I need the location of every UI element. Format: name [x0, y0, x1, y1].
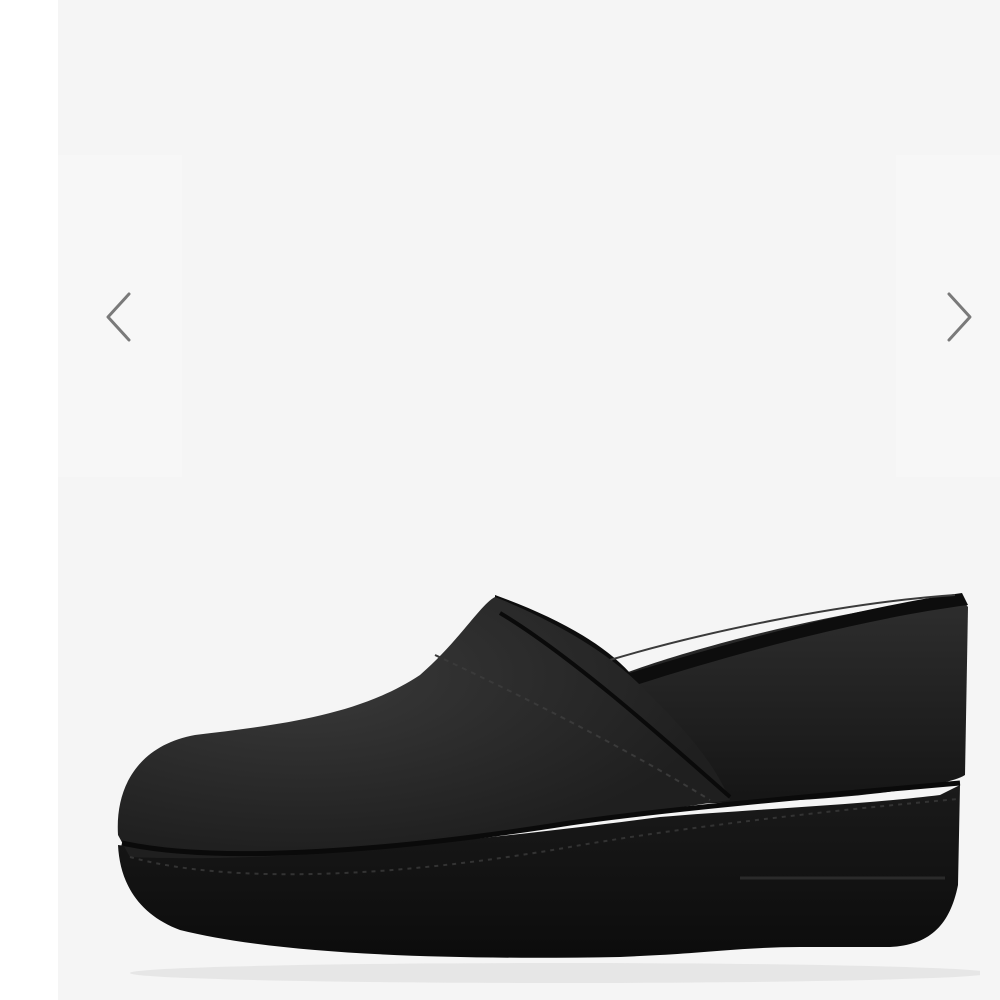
chevron-right-icon — [947, 292, 972, 342]
chevron-left-icon — [106, 292, 131, 342]
previous-image-button[interactable] — [58, 155, 182, 477]
product-image-black-clog — [117, 593, 980, 983]
next-image-button[interactable] — [896, 155, 1000, 477]
product-image-gallery — [0, 0, 1000, 1000]
